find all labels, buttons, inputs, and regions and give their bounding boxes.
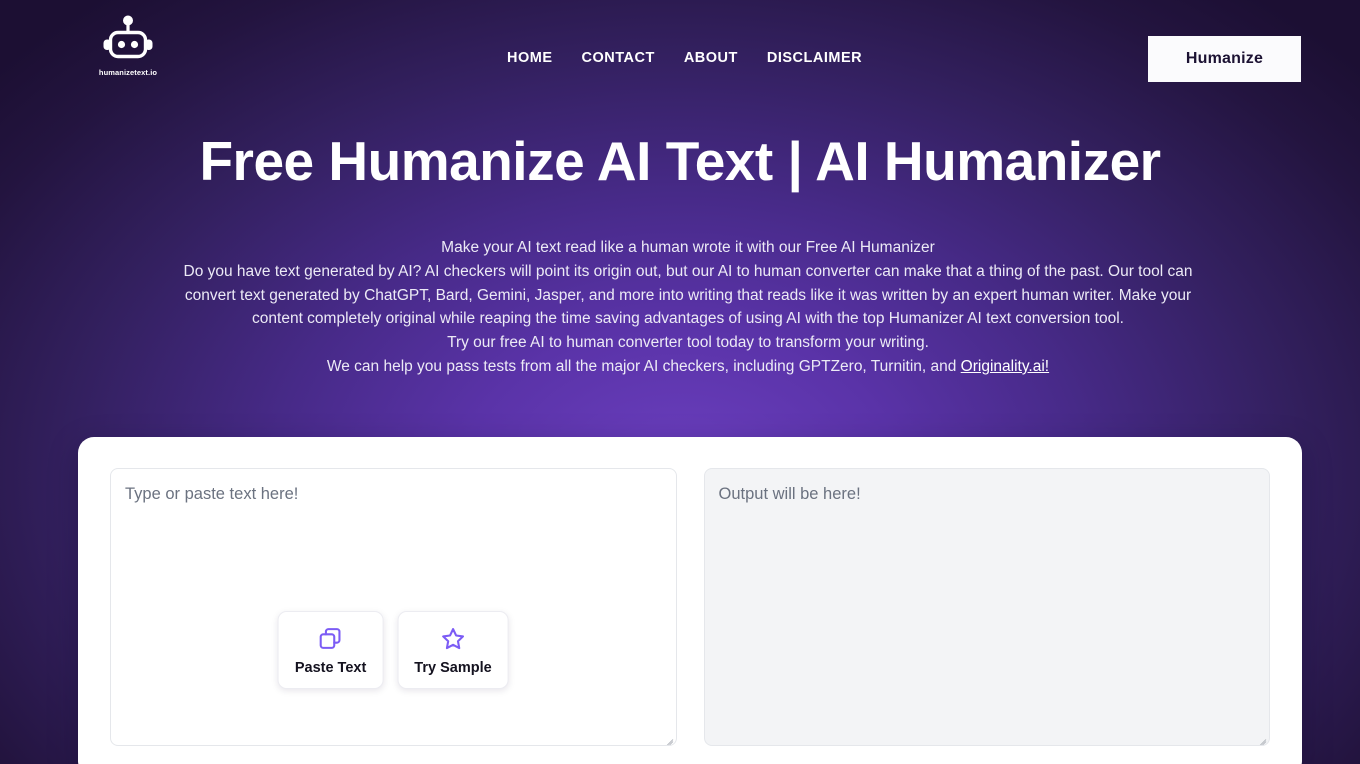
output-resize-handle[interactable]	[1255, 731, 1267, 743]
input-pane[interactable]: Type or paste text here! Paste Text Try …	[110, 468, 677, 746]
nav-item-about[interactable]: ABOUT	[684, 50, 738, 66]
logo-text: humanizetext.io	[98, 68, 158, 77]
output-placeholder: Output will be here!	[718, 485, 861, 503]
paste-text-button[interactable]: Paste Text	[277, 611, 384, 689]
site-header: humanizetext.io HOME CONTACT ABOUT DISCL…	[0, 0, 1360, 108]
main-nav: HOME CONTACT ABOUT DISCLAIMER	[507, 50, 862, 66]
page-root: humanizetext.io HOME CONTACT ABOUT DISCL…	[0, 0, 1360, 764]
input-action-row: Paste Text Try Sample	[277, 611, 509, 689]
hero-line-body: Do you have text generated by AI? AI che…	[183, 262, 1193, 328]
editor-card: Type or paste text here! Paste Text Try …	[78, 437, 1302, 764]
hero-line-cta: Try our free AI to human converter tool …	[447, 334, 929, 352]
hero-line-checkers: We can help you pass tests from all the …	[160, 355, 1216, 379]
hero-line-tagline: Make your AI text read like a human wrot…	[441, 239, 935, 256]
humanize-button[interactable]: Humanize	[1148, 36, 1301, 82]
page-title: Free Humanize AI Text | AI Humanizer	[199, 130, 1161, 192]
robot-head-icon	[103, 15, 153, 59]
logo[interactable]: humanizetext.io	[88, 14, 168, 77]
originality-ai-link[interactable]: Originality.ai!	[961, 358, 1049, 375]
hero-description: Make your AI text read like a human wrot…	[160, 236, 1216, 379]
paste-text-label: Paste Text	[294, 660, 367, 676]
try-sample-label: Try Sample	[414, 660, 492, 676]
try-sample-button[interactable]: Try Sample	[397, 611, 509, 689]
output-pane[interactable]: Output will be here!	[703, 468, 1270, 746]
star-icon	[442, 628, 464, 650]
nav-item-contact[interactable]: CONTACT	[582, 50, 655, 66]
input-resize-handle[interactable]	[662, 731, 674, 743]
nav-item-disclaimer[interactable]: DISCLAIMER	[767, 50, 862, 66]
nav-item-home[interactable]: HOME	[507, 50, 553, 66]
input-placeholder: Type or paste text here!	[125, 485, 299, 503]
copy-icon	[320, 628, 341, 649]
hero-checkers-text: We can help you pass tests from all the …	[326, 357, 961, 375]
